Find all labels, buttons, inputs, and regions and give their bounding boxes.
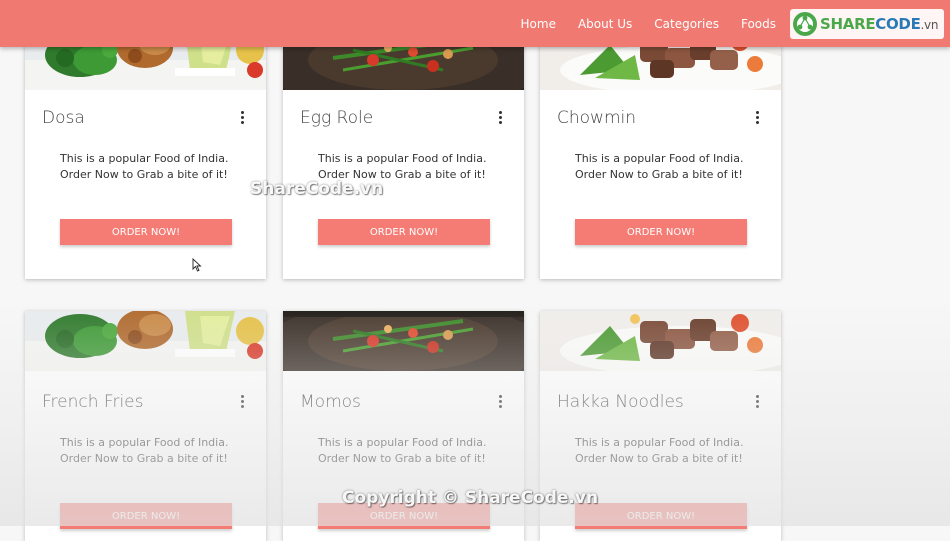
order-now-button[interactable]: ORDER NOW! <box>60 219 232 245</box>
food-image <box>25 311 266 371</box>
card-title: Dosa <box>42 108 85 128</box>
order-now-button[interactable]: ORDER NOW! <box>575 503 747 529</box>
card-title: French Fries <box>42 392 144 412</box>
food-image <box>283 311 524 371</box>
card-title: Hakka Noodles <box>557 392 684 412</box>
nav-foods[interactable]: Foods <box>741 17 776 31</box>
more-options-icon[interactable] <box>755 395 759 409</box>
order-now-button[interactable]: ORDER NOW! <box>60 503 232 529</box>
bottom-watermark: Copyright © ShareCode.vn <box>342 488 599 508</box>
card-description: This is a popular Food of India. Order No… <box>60 436 229 465</box>
nav-about-us[interactable]: About Us <box>578 17 632 31</box>
logo-text: SHARECODE.vn <box>820 15 939 33</box>
nav-links: Home About Us Categories Foods <box>499 0 776 47</box>
more-options-icon[interactable] <box>755 111 759 125</box>
card-title: Chowmin <box>557 108 637 128</box>
order-now-button[interactable]: ORDER NOW! <box>318 219 490 245</box>
food-image <box>540 311 781 371</box>
card-description: This is a popular Food of India. Order No… <box>60 152 229 181</box>
top-navbar: Home About Us Categories Foods SHARECODE… <box>0 0 950 47</box>
sharecode-logo: SHARECODE.vn <box>790 9 945 39</box>
food-card-dosa: Dosa This is a popular Food of India. Ord… <box>25 30 266 279</box>
nav-categories[interactable]: Categories <box>654 17 719 31</box>
more-options-icon[interactable] <box>240 395 244 409</box>
card-title: Momos <box>300 392 361 412</box>
food-card-egg-role: Egg Role This is a popular Food of India… <box>283 30 524 279</box>
more-options-icon[interactable] <box>498 395 502 409</box>
order-now-button[interactable]: ORDER NOW! <box>575 219 747 245</box>
more-options-icon[interactable] <box>240 111 244 125</box>
food-card-french-fries: French Fries This is a popular Food of I… <box>25 311 266 541</box>
mouse-pointer-icon <box>192 258 202 272</box>
card-description: This is a popular Food of India. Order No… <box>575 152 744 181</box>
food-card-chowmin: Chowmin This is a popular Food of India.… <box>540 30 781 279</box>
card-title: Egg Role <box>300 108 374 128</box>
center-watermark: ShareCode.vn <box>250 179 384 199</box>
more-options-icon[interactable] <box>498 111 502 125</box>
card-description: This is a popular Food of India. Order No… <box>318 436 487 465</box>
nav-home[interactable]: Home <box>521 17 556 31</box>
sharecode-logo-icon <box>793 12 817 36</box>
card-description: This is a popular Food of India. Order No… <box>575 436 744 465</box>
